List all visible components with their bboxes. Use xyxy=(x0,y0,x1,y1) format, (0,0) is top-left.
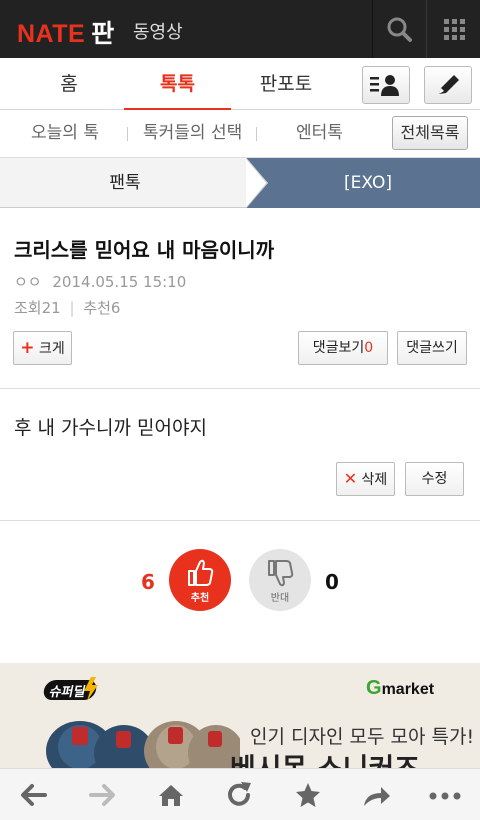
delete-label: 삭제 xyxy=(361,472,388,488)
tab-toktok[interactable]: 톡톡 xyxy=(124,58,231,111)
breadcrumb-current[interactable]: [EXO] xyxy=(246,158,480,208)
post-author: ㅇㅇ xyxy=(14,273,42,291)
post-body: 후 내 가수니까 믿어야지 xyxy=(14,417,207,439)
back-button[interactable] xyxy=(0,769,68,820)
comment-count: 0 xyxy=(364,340,374,356)
ad-banner[interactable]: 슈퍼딜 Gmarket 인기 디자인 모두 모아 특가! 베시몬 스니커즈 xyxy=(0,663,480,768)
share-button[interactable] xyxy=(342,769,410,820)
logo-nate-text: NATE xyxy=(17,20,86,48)
all-list-button[interactable]: 전체목록 xyxy=(392,116,468,150)
subtab-divider xyxy=(127,127,128,141)
oppose-vote-count: 0 xyxy=(325,570,339,594)
thumbs-up-icon xyxy=(188,559,214,586)
arrow-right-icon xyxy=(89,784,115,806)
edit-button[interactable]: 수정 xyxy=(405,462,464,496)
reload-button[interactable] xyxy=(205,769,273,820)
enlarge-label: 크게 xyxy=(38,341,65,357)
browser-toolbar xyxy=(0,768,480,820)
write-post-button[interactable] xyxy=(424,66,472,104)
sub-tabs: 오늘의 톡 톡커들의 선택 엔터톡 전체목록 xyxy=(0,110,480,158)
stats-separator: | xyxy=(69,299,75,317)
reload-icon xyxy=(228,782,251,806)
plus-icon: + xyxy=(20,338,35,358)
sneakers-illustration xyxy=(46,721,240,768)
section-divider xyxy=(0,520,480,521)
apps-menu-button[interactable] xyxy=(426,0,480,58)
video-link[interactable]: 동영상 xyxy=(133,18,183,44)
nate-pan-logo[interactable]: NATE 판 xyxy=(17,14,115,50)
tab-home[interactable]: 홈 xyxy=(14,58,124,110)
gmarket-logo-g: G xyxy=(366,677,382,699)
arrow-left-icon xyxy=(21,784,47,806)
oppose-label: 반대 xyxy=(270,593,290,604)
section-divider xyxy=(0,388,480,389)
user-list-icon xyxy=(370,75,399,96)
post-datetime: 2014.05.15 15:10 xyxy=(52,273,187,291)
post-title: 크리스를 믿어요 내 마음이니까 xyxy=(14,238,275,262)
view-comments-button[interactable]: 댓글보기0 xyxy=(298,331,388,365)
subtab-talkers-choice[interactable]: 톡커들의 선택 xyxy=(143,110,242,156)
delete-button[interactable]: ✕ 삭제 xyxy=(336,462,395,496)
more-dots-icon xyxy=(429,792,461,800)
bookmark-button[interactable] xyxy=(274,769,342,820)
x-icon: ✕ xyxy=(343,469,358,488)
tab-panphoto[interactable]: 판포토 xyxy=(231,58,341,110)
breadcrumb: 팬톡 [EXO] xyxy=(0,158,480,208)
oppose-button[interactable]: 반대 xyxy=(249,549,311,611)
enlarge-button[interactable]: + 크게 xyxy=(13,331,72,365)
top-bar: NATE 판 동영상 xyxy=(0,0,480,58)
my-page-button[interactable] xyxy=(362,66,410,104)
recommend-vote-count: 6 xyxy=(141,570,155,594)
view-count: 조회21 xyxy=(14,299,61,317)
logo-pan-text: 판 xyxy=(91,20,115,48)
ad-copy: 인기 디자인 모두 모아 특가! xyxy=(250,726,475,748)
subtab-entertainment[interactable]: 엔터톡 xyxy=(296,110,343,156)
post-meta: ㅇㅇ 2014.05.15 15:10 xyxy=(14,271,186,292)
pencil-icon xyxy=(439,75,459,94)
main-tabs: 홈 톡톡 판포토 xyxy=(0,58,480,111)
breadcrumb-exo: [EXO] xyxy=(344,173,392,193)
post-stats: 조회21 | 추천6 xyxy=(14,297,120,318)
home-icon xyxy=(159,785,183,806)
write-comment-button[interactable]: 댓글쓰기 xyxy=(397,331,467,365)
recommend-button[interactable]: 추천 xyxy=(169,549,231,611)
subtab-divider xyxy=(256,127,257,141)
subtab-today[interactable]: 오늘의 톡 xyxy=(31,110,99,156)
star-icon xyxy=(296,783,320,807)
ad-headline: 베시몬 스니커즈 xyxy=(230,747,420,768)
recommend-count: 추천6 xyxy=(83,299,121,317)
gmarket-logo-text: market xyxy=(381,681,435,698)
home-button[interactable] xyxy=(137,769,205,820)
search-button[interactable] xyxy=(372,0,426,58)
gmarket-logo: Gmarket xyxy=(366,677,434,700)
search-icon xyxy=(387,17,412,42)
more-button[interactable] xyxy=(411,769,479,820)
recommend-label: 추천 xyxy=(190,593,210,604)
breadcrumb-fantalk[interactable]: 팬톡 xyxy=(0,158,270,208)
grid-icon xyxy=(444,19,465,40)
view-comments-label: 댓글보기 xyxy=(312,340,365,356)
forward-button[interactable] xyxy=(68,769,136,820)
share-arrow-icon xyxy=(364,787,390,806)
